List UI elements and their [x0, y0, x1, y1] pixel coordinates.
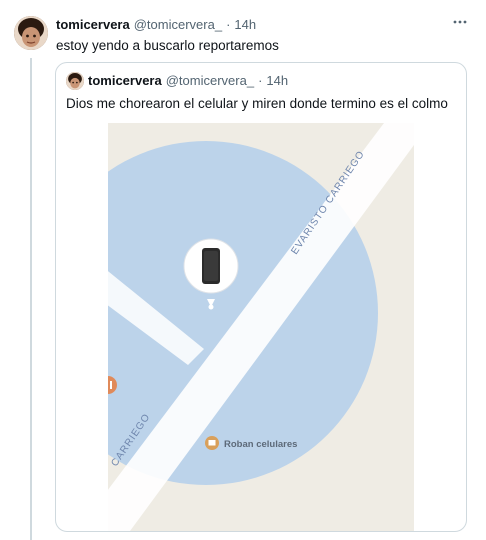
map-image[interactable]: EVARISTO CARRIEGO CARRIEGO Roban celular…	[108, 123, 414, 531]
quoted-tweet-text: Dios me chorearon el celular y miren don…	[66, 96, 448, 111]
thread-line	[30, 58, 32, 540]
tweet-header: tomicervera @tomicervera_ · 14h	[56, 17, 256, 32]
tweet-text: estoy yendo a buscarlo reportaremos	[56, 38, 279, 53]
quoted-author-name[interactable]: tomicervera	[88, 73, 162, 88]
quoted-author-avatar[interactable]	[66, 72, 84, 90]
more-horizontal-icon[interactable]	[452, 14, 468, 35]
author-name[interactable]: tomicervera	[56, 17, 130, 32]
quoted-author-handle[interactable]: @tomicervera_	[166, 73, 254, 88]
quoted-tweet-header: tomicervera @tomicervera_ · 14h	[88, 73, 288, 88]
quoted-tweet-time[interactable]: 14h	[266, 73, 288, 88]
separator-dot: ·	[226, 17, 231, 32]
quoted-separator-dot: ·	[258, 73, 263, 88]
author-avatar[interactable]	[14, 16, 48, 50]
store-icon	[205, 436, 219, 450]
place-label[interactable]: Roban celulares	[224, 439, 297, 450]
tweet-time[interactable]: 14h	[234, 17, 256, 32]
author-handle[interactable]: @tomicervera_	[134, 17, 222, 32]
